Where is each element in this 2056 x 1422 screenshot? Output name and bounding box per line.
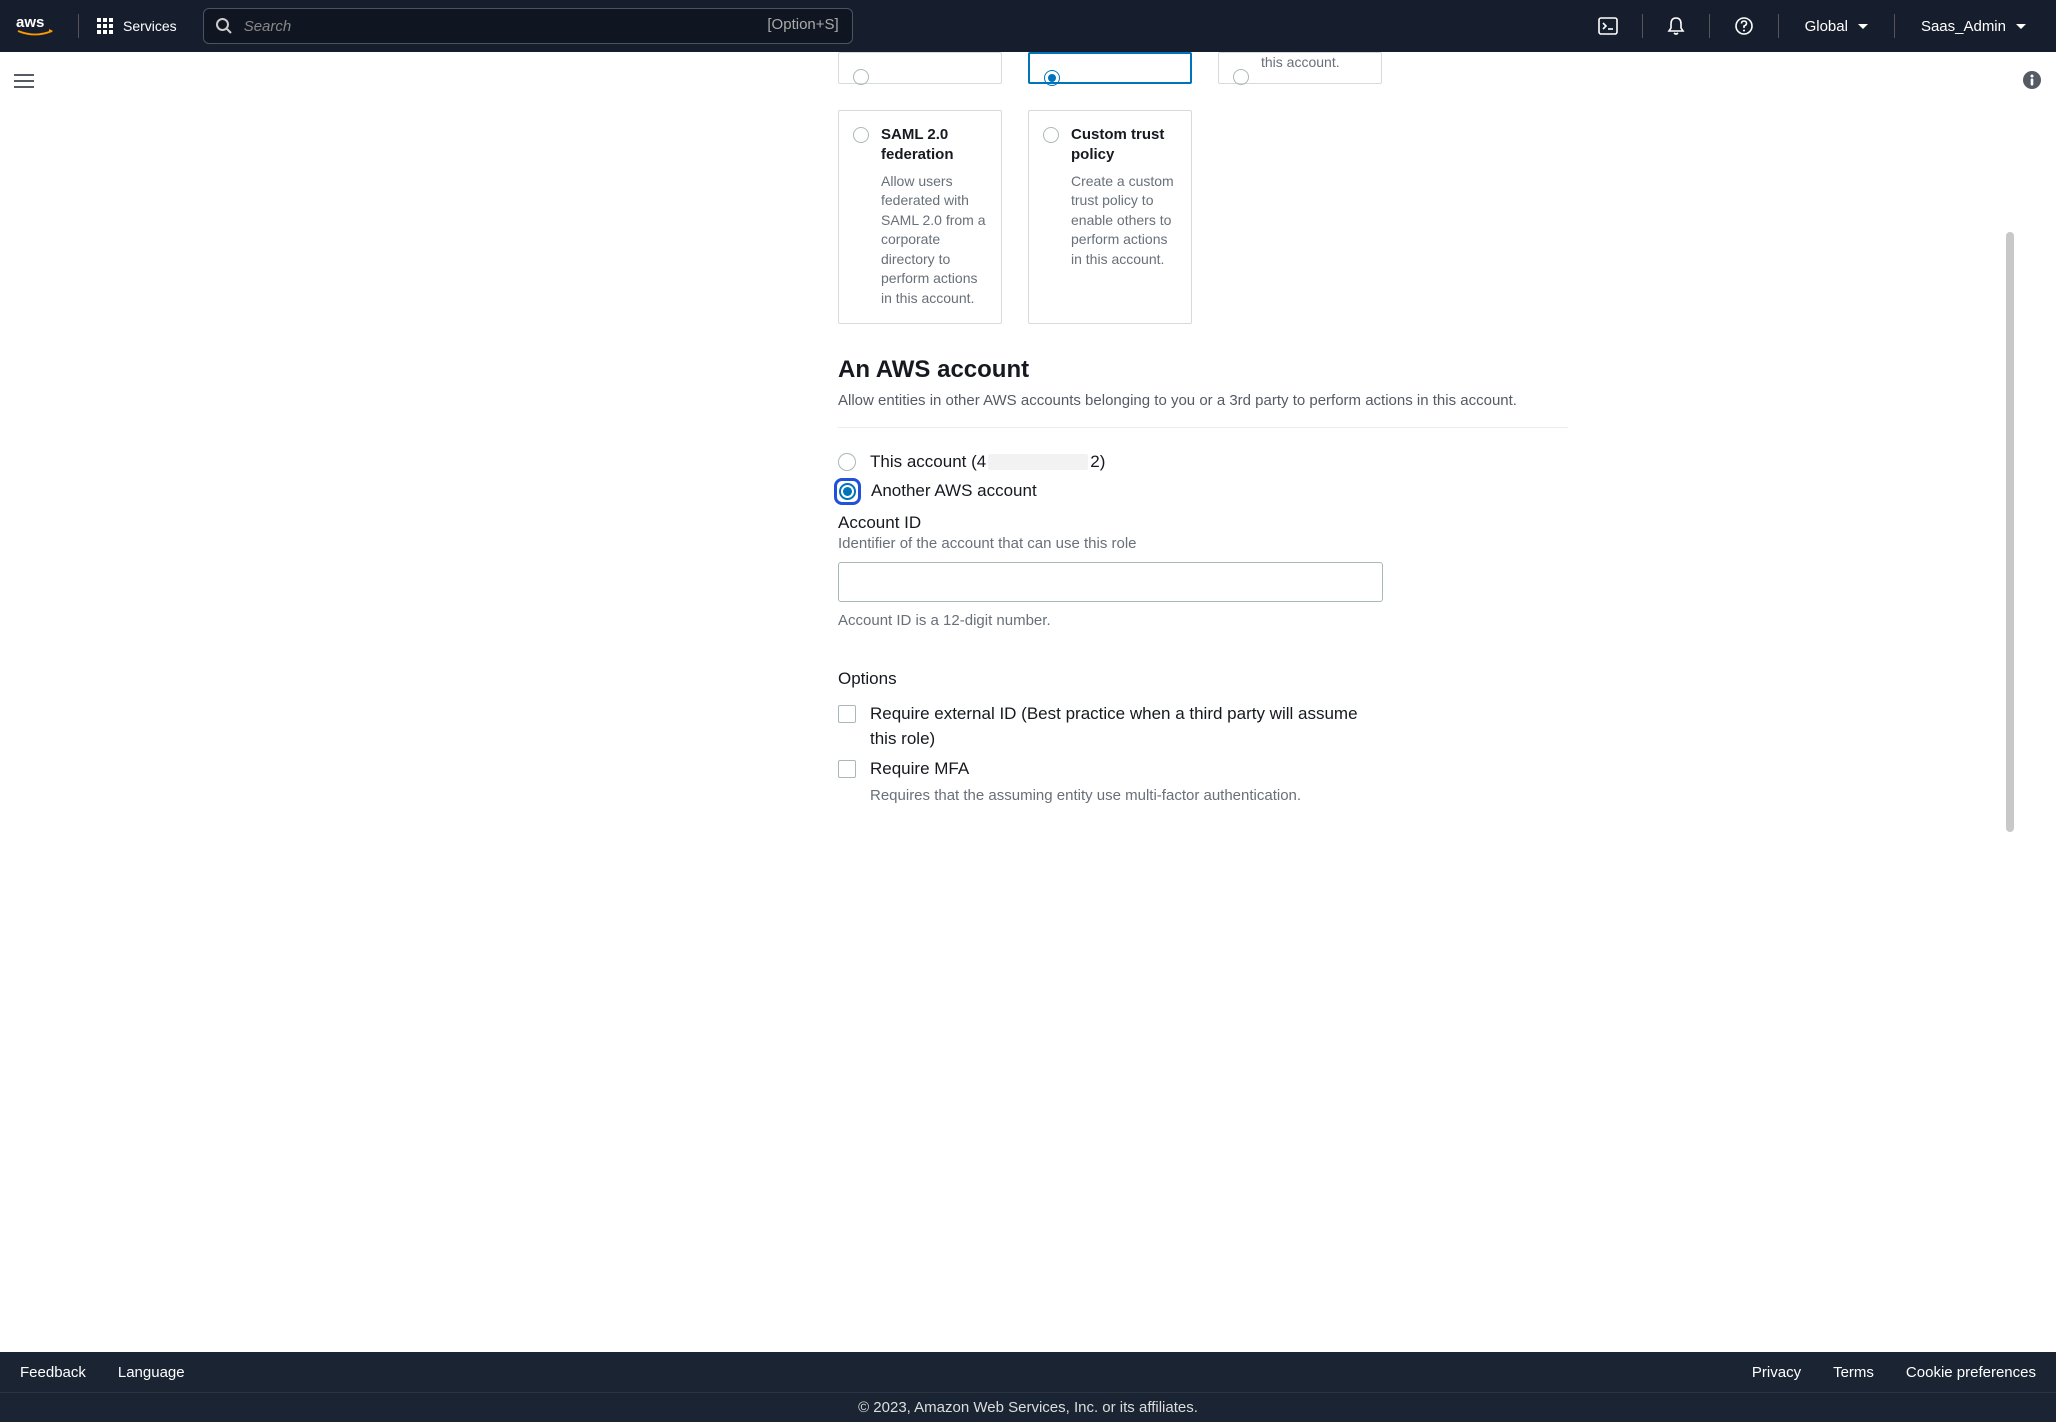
info-panel-toggle[interactable] (2022, 70, 2042, 93)
svg-text:aws: aws (16, 14, 44, 31)
search-icon (215, 17, 233, 38)
bell-icon (1667, 16, 1685, 36)
checkbox-icon (838, 705, 856, 723)
search-container: [Option+S] (203, 8, 853, 44)
radio-icon (853, 69, 869, 85)
trust-entity-card-saml[interactable]: SAML 2.0 federation Allow users federate… (838, 110, 1002, 324)
this-account-prefix: This account (4 (870, 452, 986, 471)
radio-icon (1044, 70, 1060, 86)
nav-divider (1778, 14, 1779, 38)
section-desc: Allow entities in other AWS accounts bel… (838, 392, 1568, 409)
radio-icon (853, 127, 869, 143)
nav-divider (1894, 14, 1895, 38)
footer-privacy[interactable]: Privacy (1752, 1364, 1801, 1381)
trust-entity-card-aws-account[interactable] (1028, 52, 1192, 84)
checkbox-icon (838, 760, 856, 778)
notifications-button[interactable] (1655, 10, 1697, 42)
search-input[interactable] (203, 8, 853, 44)
card-desc-tail: this account. (1261, 53, 1340, 73)
radio-icon (1233, 69, 1249, 85)
region-selector[interactable]: Global (1791, 12, 1882, 41)
radio-this-account[interactable]: This account (4 2) (838, 452, 1568, 472)
services-button[interactable]: Services (85, 12, 189, 40)
account-id-hint: Identifier of the account that can use t… (838, 535, 1568, 552)
this-account-suffix: 2) (1090, 452, 1105, 471)
chevron-down-icon (1858, 24, 1868, 29)
mfa-hint: Requires that the assuming entity use mu… (870, 785, 1568, 808)
trust-entity-card-aws-service[interactable] (838, 52, 1002, 84)
checkbox-mfa[interactable]: Require MFA (838, 756, 1568, 782)
main-content: this account. SAML 2.0 federation Allow … (54, 52, 2002, 898)
help-button[interactable] (1722, 10, 1766, 42)
radio-icon-selected (834, 478, 861, 505)
footer-language[interactable]: Language (118, 1364, 185, 1381)
footer-feedback[interactable]: Feedback (20, 1364, 86, 1381)
account-id-input[interactable] (838, 562, 1383, 602)
top-nav: aws Services [Option+S] Global Saas_Adm (0, 0, 2056, 52)
footer: Feedback Language Privacy Terms Cookie p… (0, 1352, 2056, 1422)
card-desc: Create a custom trust policy to enable o… (1071, 172, 1177, 270)
radio-icon (1043, 127, 1059, 143)
account-id-masked (988, 454, 1088, 470)
help-icon (1734, 16, 1754, 36)
region-label: Global (1805, 18, 1848, 35)
cloudshell-button[interactable] (1586, 11, 1630, 41)
footer-copyright: © 2023, Amazon Web Services, Inc. or its… (858, 1399, 1198, 1416)
cloudshell-icon (1598, 17, 1618, 35)
checkbox-label: Require external ID (Best practice when … (870, 701, 1370, 752)
grid-icon (97, 18, 113, 34)
chevron-down-icon (2016, 24, 2026, 29)
trust-entity-card-custom[interactable]: Custom trust policy Create a custom trus… (1028, 110, 1192, 324)
trust-entity-row-2: SAML 2.0 federation Allow users federate… (838, 110, 1568, 324)
radio-icon (838, 453, 856, 471)
nav-divider (1709, 14, 1710, 38)
user-label: Saas_Admin (1921, 18, 2006, 35)
radio-label: This account (4 2) (870, 452, 1105, 472)
card-desc: Allow users federated with SAML 2.0 from… (881, 172, 987, 309)
footer-terms[interactable]: Terms (1833, 1364, 1874, 1381)
nav-divider (1642, 14, 1643, 38)
nav-right: Global Saas_Admin (1586, 10, 2040, 42)
trust-entity-row-1: this account. (838, 52, 1568, 84)
sidebar-toggle[interactable] (14, 70, 34, 92)
account-id-help: Account ID is a 12-digit number. (838, 612, 1568, 629)
account-id-label: Account ID (838, 513, 1568, 533)
card-title: SAML 2.0 federation (881, 125, 987, 166)
scrollbar[interactable] (2002, 52, 2014, 1352)
section-title: An AWS account (838, 356, 1568, 384)
aws-logo[interactable]: aws (16, 14, 54, 38)
checkbox-label: Require MFA (870, 756, 969, 782)
search-shortcut: [Option+S] (767, 16, 838, 33)
services-label: Services (123, 18, 177, 34)
info-icon (2022, 70, 2042, 90)
radio-another-account[interactable]: Another AWS account (838, 478, 1568, 505)
options-title: Options (838, 669, 1568, 689)
scrollbar-thumb[interactable] (2006, 232, 2014, 832)
checkbox-external-id[interactable]: Require external ID (Best practice when … (838, 701, 1568, 752)
footer-cookies[interactable]: Cookie preferences (1906, 1364, 2036, 1381)
card-title: Custom trust policy (1071, 125, 1177, 166)
radio-label: Another AWS account (871, 481, 1037, 501)
trust-entity-card-web-identity[interactable]: this account. (1218, 52, 1382, 84)
nav-divider (78, 14, 79, 38)
user-menu[interactable]: Saas_Admin (1907, 12, 2040, 41)
section-divider (838, 427, 1568, 428)
